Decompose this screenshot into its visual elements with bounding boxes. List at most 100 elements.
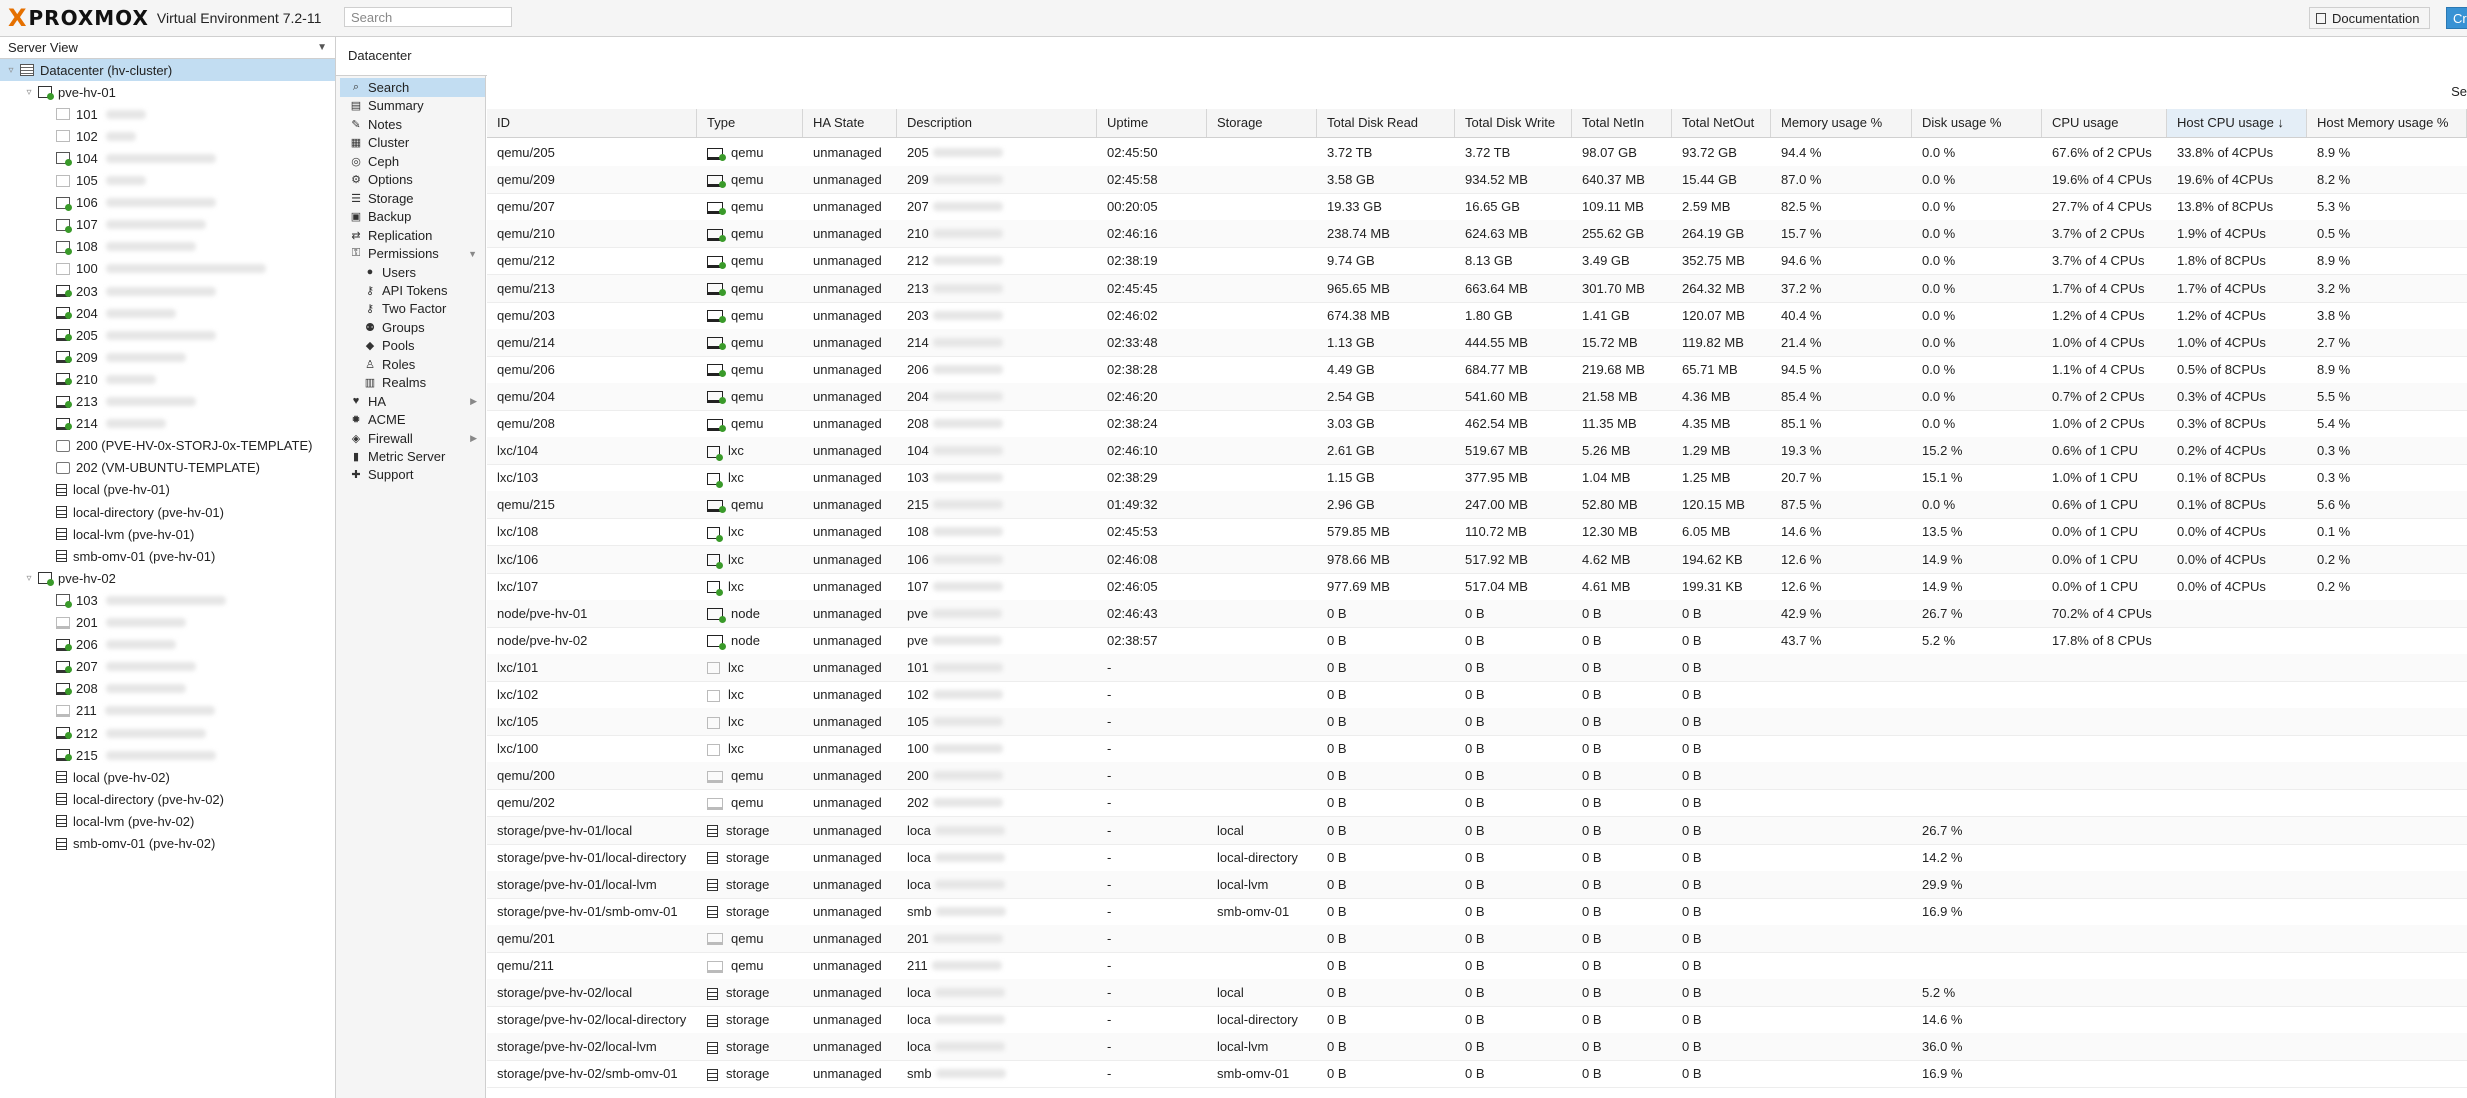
nav-item-acme[interactable]: ✹ ACME <box>340 410 485 429</box>
table-row[interactable]: lxc/104 lxc unmanaged 104 02:46:10 2.61 GB 519… <box>487 437 2467 466</box>
column-header-host-memory-usage[interactable]: Host Memory usage % <box>2307 109 2467 137</box>
nav-item-metric-server[interactable]: ▮ Metric Server <box>340 447 485 466</box>
tree-item-Datacenter[interactable]: ▿ Datacenter (hv-cluster) <box>0 59 335 81</box>
nav-item-pools[interactable]: ◆ Pools <box>340 336 499 355</box>
tree-item-213[interactable]: 213 <box>0 391 335 413</box>
table-row[interactable]: storage/pve-hv-01/local-lvm storage unmana… <box>487 870 2467 899</box>
create-vm-button[interactable]: Cr <box>2446 7 2467 29</box>
collapse-icon[interactable]: ▿ <box>6 65 16 76</box>
tree-item-204[interactable]: 204 <box>0 302 335 324</box>
table-row[interactable]: qemu/211 qemu unmanaged 211 - 0 B 0 B 0 B 0 B <box>487 952 2467 980</box>
tree-item-102[interactable]: 102 <box>0 125 335 147</box>
table-row[interactable]: qemu/213 qemu unmanaged 213 02:45:45 965.65 M… <box>487 274 2467 303</box>
tree-item-107[interactable]: 107 <box>0 214 335 236</box>
table-row[interactable]: storage/pve-hv-01/smb-omv-01 storage unman… <box>487 898 2467 926</box>
table-row[interactable]: qemu/210 qemu unmanaged 210 02:46:16 238.74 M… <box>487 220 2467 249</box>
table-row[interactable]: qemu/207 qemu unmanaged 207 00:20:05 19.33 GB… <box>487 193 2467 222</box>
collapse-icon[interactable]: ▿ <box>24 573 34 584</box>
tree-item-106[interactable]: 106 <box>0 192 335 214</box>
column-header-id[interactable]: ID <box>487 109 697 137</box>
column-header-total-netin[interactable]: Total NetIn <box>1572 109 1672 137</box>
tree-item-108[interactable]: 108 <box>0 236 335 258</box>
table-row[interactable]: lxc/107 lxc unmanaged 107 02:46:05 977.69 MB 5… <box>487 573 2467 601</box>
column-header-memory-usage[interactable]: Memory usage % <box>1771 109 1912 137</box>
column-header-total-disk-write[interactable]: Total Disk Write <box>1455 109 1572 137</box>
nav-item-backup[interactable]: ▣ Backup <box>340 207 485 226</box>
tree-item-105[interactable]: 105 <box>0 170 335 192</box>
nav-item-users[interactable]: ● Users <box>340 263 499 282</box>
tree-item-100[interactable]: 100 <box>0 258 335 280</box>
nav-item-search[interactable]: ⌕ Search <box>340 78 485 97</box>
search-input[interactable] <box>344 7 512 27</box>
nav-item-realms[interactable]: ▥ Realms <box>340 373 499 392</box>
column-header-disk-usage[interactable]: Disk usage % <box>1912 109 2042 137</box>
tree-item-pve-hv-02[interactable]: ▿ pve-hv-02 <box>0 567 335 589</box>
tree-item-local-lvm[interactable]: local-lvm (pve-hv-01) <box>0 523 335 545</box>
nav-item-two-factor[interactable]: ⚷ Two Factor <box>340 299 499 318</box>
nav-item-ceph[interactable]: ◎ Ceph <box>340 152 485 171</box>
tree-item-209[interactable]: 209 <box>0 346 335 368</box>
tree-item-local-lvm[interactable]: local-lvm (pve-hv-02) <box>0 810 335 832</box>
nav-item-groups[interactable]: ⚉ Groups <box>340 318 499 337</box>
table-row[interactable]: qemu/206 qemu unmanaged 206 02:38:28 4.49 GB 6… <box>487 356 2467 384</box>
table-row[interactable]: qemu/202 qemu unmanaged 202 - 0 B 0 B 0 B 0 B <box>487 789 2467 818</box>
tree-item-pve-hv-01[interactable]: ▿ pve-hv-01 <box>0 81 335 103</box>
table-row[interactable]: storage/pve-hv-02/local storage unmanaged l… <box>487 979 2467 1008</box>
table-row[interactable]: qemu/205 qemu unmanaged 205 02:45:50 3.72 TB 3… <box>487 139 2467 167</box>
tree-item-local[interactable]: local (pve-hv-01) <box>0 479 335 501</box>
tree-item-local-directory[interactable]: local-directory (pve-hv-02) <box>0 788 335 810</box>
tree-item-215[interactable]: 215 <box>0 744 335 766</box>
table-row[interactable]: node/pve-hv-02 node unmanaged pve 02:38:57 0 … <box>487 627 2467 655</box>
table-row[interactable]: storage/pve-hv-02/local-directory storage… <box>487 1006 2467 1035</box>
table-row[interactable]: storage/pve-hv-01/local-directory storage… <box>487 844 2467 872</box>
column-header-ha-state[interactable]: HA State <box>803 109 897 137</box>
tree-item-205[interactable]: 205 <box>0 324 335 346</box>
tree-item-101[interactable]: 101 <box>0 103 335 125</box>
table-row[interactable]: qemu/204 qemu unmanaged 204 02:46:20 2.54 GB 5… <box>487 382 2467 411</box>
tree-item-200[interactable]: 200 (PVE-HV-0x-STORJ-0x-TEMPLATE) <box>0 435 335 457</box>
chevron-down-icon[interactable]: ▼ <box>468 249 477 259</box>
nav-item-options[interactable]: ⚙ Options <box>340 170 485 189</box>
nav-item-roles[interactable]: ♙ Roles <box>340 355 499 374</box>
table-row[interactable]: lxc/102 lxc unmanaged 102 - 0 B 0 B 0 B 0 B <box>487 681 2467 709</box>
tree-item-104[interactable]: 104 <box>0 147 335 169</box>
table-row[interactable]: qemu/209 qemu unmanaged 209 02:45:58 3.58 GB 9… <box>487 166 2467 195</box>
nav-item-notes[interactable]: ✎ Notes <box>340 115 485 134</box>
column-header-cpu-usage[interactable]: CPU usage <box>2042 109 2167 137</box>
view-selector[interactable]: Server View ▼ <box>0 37 335 59</box>
table-row[interactable]: lxc/106 lxc unmanaged 106 02:46:08 978.66 MB 5… <box>487 545 2467 574</box>
tree-item-local[interactable]: local (pve-hv-02) <box>0 766 335 788</box>
tree-item-smb-omv-01[interactable]: smb-omv-01 (pve-hv-01) <box>0 545 335 567</box>
table-row[interactable]: storage/pve-hv-02/local-lvm storage unmana… <box>487 1033 2467 1062</box>
table-row[interactable]: lxc/108 lxc unmanaged 108 02:45:53 579.85 MB 1… <box>487 518 2467 547</box>
table-row[interactable]: qemu/203 qemu unmanaged 203 02:46:02 674.38 M… <box>487 302 2467 330</box>
table-row[interactable]: lxc/103 lxc unmanaged 103 02:38:29 1.15 GB 377… <box>487 464 2467 493</box>
column-header-description[interactable]: Description <box>897 109 1097 137</box>
table-row[interactable]: node/pve-hv-01 node unmanaged pve 02:46:43 0 … <box>487 599 2467 628</box>
table-row[interactable]: lxc/101 lxc unmanaged 101 - 0 B 0 B 0 B 0 B <box>487 653 2467 682</box>
tree-item-208[interactable]: 208 <box>0 678 335 700</box>
chevron-right-icon[interactable]: ▶ <box>470 396 477 407</box>
nav-item-firewall[interactable]: ◈ Firewall ▶ <box>340 429 485 448</box>
documentation-button[interactable]: Documentation <box>2309 7 2431 29</box>
tree-item-211[interactable]: 211 <box>0 700 335 722</box>
tree-item-207[interactable]: 207 <box>0 656 335 678</box>
tree-item-local-directory[interactable]: local-directory (pve-hv-01) <box>0 501 335 523</box>
column-header-host-cpu-usage[interactable]: Host CPU usage ↓ <box>2167 109 2307 137</box>
tree-item-201[interactable]: 201 <box>0 612 335 634</box>
nav-item-support[interactable]: ✚ Support <box>340 465 485 484</box>
column-header-total-disk-read[interactable]: Total Disk Read <box>1317 109 1455 137</box>
tree-item-smb-omv-01[interactable]: smb-omv-01 (pve-hv-02) <box>0 833 335 855</box>
tree-item-103[interactable]: 103 <box>0 589 335 611</box>
tree-item-212[interactable]: 212 <box>0 722 335 744</box>
table-row[interactable]: storage/pve-hv-02/smb-omv-01 storage unman… <box>487 1060 2467 1089</box>
nav-item-permissions[interactable]: ⚿ Permissions ▼ <box>340 244 485 263</box>
table-row[interactable]: qemu/208 qemu unmanaged 208 02:38:24 3.03 GB 4… <box>487 410 2467 438</box>
column-header-type[interactable]: Type <box>697 109 803 137</box>
table-row[interactable]: qemu/214 qemu unmanaged 214 02:33:48 1.13 GB 4… <box>487 328 2467 357</box>
table-row[interactable]: storage/pve-hv-01/local storage unmanaged l… <box>487 816 2467 845</box>
tree-item-214[interactable]: 214 <box>0 413 335 435</box>
nav-item-summary[interactable]: ▤ Summary <box>340 96 485 115</box>
table-row[interactable]: qemu/212 qemu unmanaged 212 02:38:19 9.74 GB 8… <box>487 247 2467 276</box>
column-header-storage[interactable]: Storage <box>1207 109 1317 137</box>
